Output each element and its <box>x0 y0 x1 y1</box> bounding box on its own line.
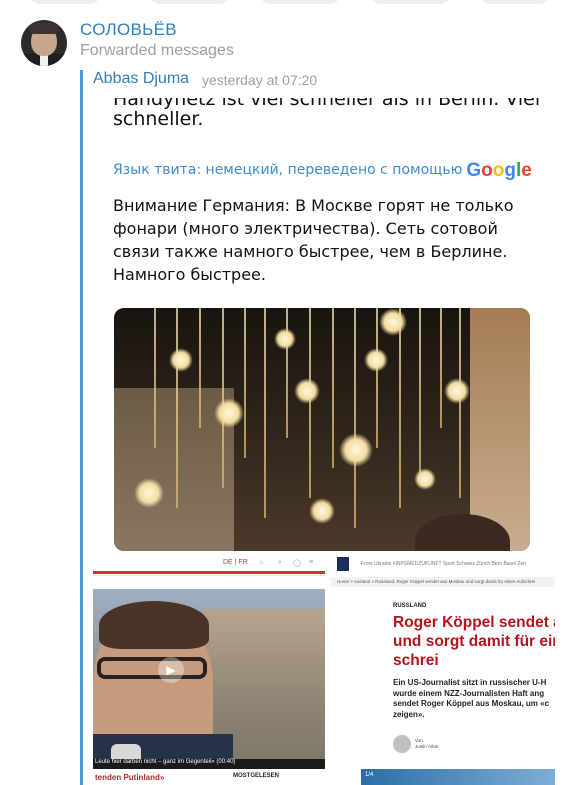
weather-icon: ☼ <box>258 559 265 566</box>
video-caption: Leute hier darben nicht – ganz im Gegent… <box>95 759 236 765</box>
site-menu: Front Ukraine #INPSMEDZUKUNFT Sport Schw… <box>361 561 526 567</box>
tweet-german-text: schneller. <box>113 108 204 130</box>
ru-line: Внимание Германия: В Москве горят не тол… <box>113 196 514 215</box>
top-toolbar-fragment <box>0 0 582 4</box>
translation-note-text: Язык твита: немецкий, переведено с помощ… <box>113 162 463 178</box>
search-icon: ⌕ <box>278 559 282 566</box>
original-timestamp: yesterday at 07:20 <box>202 72 318 88</box>
ru-line: фонари (много электричества). Сеть сотов… <box>113 219 498 238</box>
tweet-russian-text: Внимание Германия: В Москве горят не тол… <box>113 194 543 286</box>
forwarded-label: Forwarded messages <box>80 42 234 59</box>
ru-line: Намного быстрее. <box>113 265 266 284</box>
user-icon: ◯ <box>293 560 301 567</box>
article-subheadline: tenden Putinland» <box>95 773 165 782</box>
tweet-german-text-cut: Handynetz ist viel schneller als in Berl… <box>113 90 541 110</box>
news-screenshots[interactable]: DE | FR ☼ ⌕ ◯ ≡ ▶ Leute hier darben nich… <box>93 553 555 785</box>
video-thumbnail[interactable]: ▶ <box>93 589 325 769</box>
original-author[interactable]: Abbas Djuma <box>93 70 189 88</box>
forward-quote-bar <box>80 70 83 785</box>
menu-icon: ≡ <box>309 559 314 566</box>
author-avatar <box>393 735 411 753</box>
20min-screenshot: Front Ukraine #INPSMEDZUKUNFT Sport Schw… <box>331 553 555 785</box>
avatar[interactable] <box>21 20 67 66</box>
blick-screenshot: DE | FR ☼ ⌕ ◯ ≡ ▶ Leute hier darben nich… <box>93 553 325 785</box>
tweet-screenshot[interactable]: Handynetz ist viel schneller als in Berl… <box>93 90 555 785</box>
article-lead: Ein US-Journalist sitzt in russischer U-… <box>393 678 550 719</box>
lang-switch: DE | FR <box>223 559 248 566</box>
author-byline: Von Justin Arber <box>415 738 439 749</box>
translation-note: Язык твита: немецкий, переведено с помощ… <box>113 160 532 182</box>
section-label: RUSSLAND <box>393 603 427 609</box>
most-read-label: MOSTGELESEN <box>233 773 280 779</box>
site-logo <box>337 557 349 571</box>
street-lights-photo[interactable] <box>114 308 530 551</box>
gallery-badge: 1/4 <box>361 769 555 785</box>
ru-line: связи также намного быстрее, чем в Берли… <box>113 242 508 261</box>
breadcrumb: Home > Ausland > Russland, Roger Köppel … <box>337 579 536 584</box>
article-headline: Roger Köppel sendet a und sorgt damit fü… <box>393 614 555 669</box>
google-logo: Google <box>466 160 532 181</box>
sender-name[interactable]: СОЛОВЬЁВ <box>80 20 177 40</box>
play-icon[interactable]: ▶ <box>158 657 184 683</box>
